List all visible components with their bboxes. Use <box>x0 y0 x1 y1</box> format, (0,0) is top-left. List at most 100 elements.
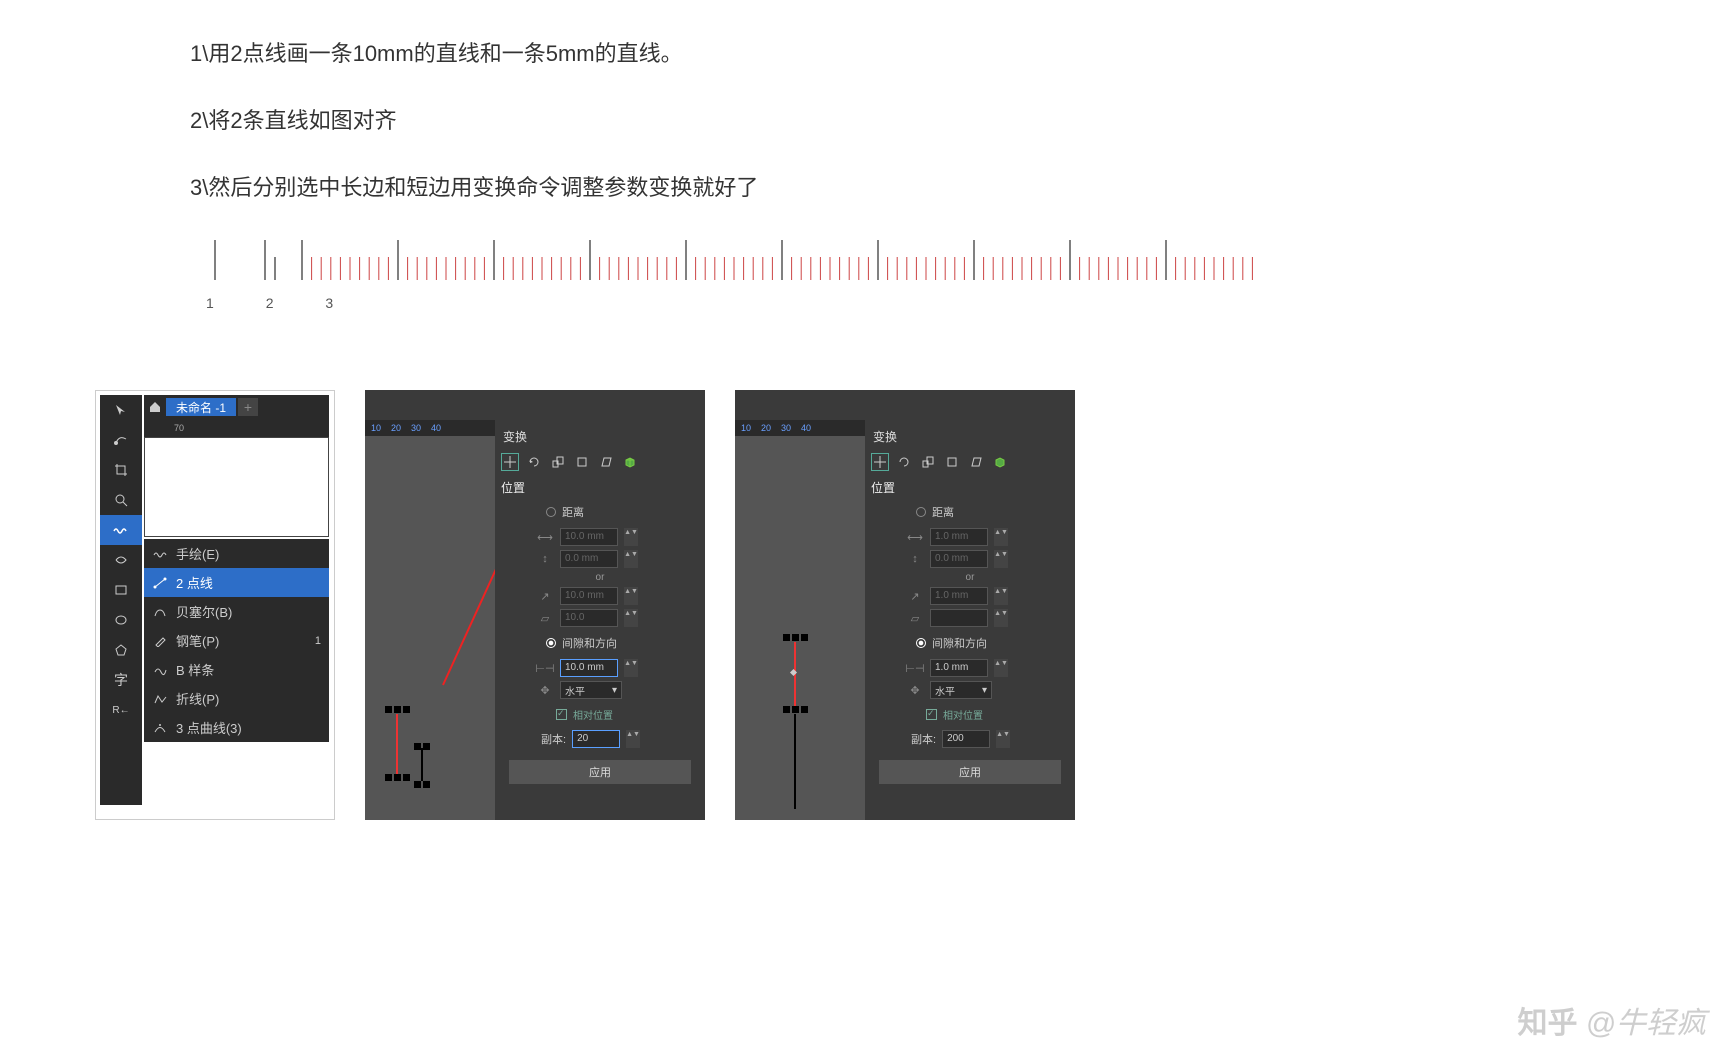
skew-tab-icon[interactable] <box>597 453 615 471</box>
3d-cube-icon[interactable] <box>621 453 639 471</box>
coreldraw-toolbox-window: 字 R← 未命名 -1 + 70 手绘(E) 2 点线 贝塞尔(B) 钢笔(P)… <box>95 390 335 820</box>
distance-radio[interactable] <box>916 507 926 517</box>
scale-tab-icon[interactable] <box>549 453 567 471</box>
h-distance-icon: ⟷ <box>906 531 924 544</box>
ruler-illustration: 1 2 3 <box>190 225 1260 325</box>
horizontal-ruler: 70 <box>144 419 329 437</box>
instruction-step-3: 3\然后分别选中长边和短边用变换命令调整参数变换就好了 <box>190 159 758 216</box>
angle-input[interactable] <box>930 609 988 627</box>
copies-spinner[interactable]: ▲▼ <box>626 730 640 748</box>
diagonal-icon: ↗ <box>906 590 924 603</box>
skew-tab-icon[interactable] <box>967 453 985 471</box>
position-tab-icon[interactable] <box>871 453 889 471</box>
v-distance-spinner[interactable]: ▲▼ <box>624 550 638 568</box>
text-tool-icon[interactable]: 字 <box>100 665 142 695</box>
copies-input[interactable]: 200 <box>942 730 990 748</box>
panel-a-canvas[interactable] <box>365 436 495 820</box>
zoom-tool-icon[interactable] <box>100 485 142 515</box>
document-tab-bar: 未命名 -1 + <box>144 395 329 419</box>
direction-icon: ✥ <box>906 684 924 697</box>
distance-radio-row[interactable]: 距离 <box>871 504 1069 520</box>
gap-input[interactable]: 1.0 mm <box>930 659 988 677</box>
h-distance-input[interactable]: 1.0 mm <box>930 528 988 546</box>
diagonal-input[interactable]: 1.0 mm <box>930 587 988 605</box>
gap-dir-radio-row[interactable]: 间隙和方向 <box>871 635 1069 651</box>
pen-menu-item[interactable]: 钢笔(P)1 <box>144 626 329 655</box>
direction-select[interactable]: 水平▾ <box>560 681 622 699</box>
3d-cube-icon[interactable] <box>991 453 1009 471</box>
gap-icon: ⊢⊣ <box>536 662 554 675</box>
position-section-label: 位置 <box>501 479 699 496</box>
two-point-line-menu-item[interactable]: 2 点线 <box>144 568 329 597</box>
diagonal-icon: ↗ <box>536 590 554 603</box>
v-distance-input[interactable]: 0.0 mm <box>930 550 988 568</box>
bspline-icon <box>152 662 168 678</box>
distance-radio-row[interactable]: 距离 <box>501 504 699 520</box>
new-tab-button[interactable]: + <box>238 398 258 416</box>
direction-icon: ✥ <box>536 684 554 697</box>
three-point-curve-menu-item[interactable]: 3 点曲线(3) <box>144 713 329 742</box>
gap-spinner[interactable]: ▲▼ <box>624 659 638 677</box>
line-tools-flyout: 手绘(E) 2 点线 贝塞尔(B) 钢笔(P)1 B 样条 折线(P) 3 点曲… <box>144 539 329 742</box>
relative-checkbox[interactable] <box>556 709 567 720</box>
bspline-menu-item[interactable]: B 样条 <box>144 655 329 684</box>
angle-rect-icon: ▱ <box>906 612 924 625</box>
transform-docker-b: 变换 位置 距离 ⟷1.0 mm▲▼ ↕0.0 mm▲▼ or ↗1.0 mm▲… <box>865 420 1075 820</box>
apply-button[interactable]: 应用 <box>509 760 691 784</box>
apply-button[interactable]: 应用 <box>879 760 1061 784</box>
relative-checkbox[interactable] <box>926 709 937 720</box>
v-distance-input[interactable]: 0.0 mm <box>560 550 618 568</box>
ruler-svg <box>300 235 1260 285</box>
gap-dir-radio[interactable] <box>546 638 556 648</box>
artistic-media-tool-icon[interactable] <box>100 545 142 575</box>
gap-dir-radio-row[interactable]: 间隙和方向 <box>501 635 699 651</box>
pen-icon <box>152 633 168 649</box>
shape-tool-icon[interactable] <box>100 425 142 455</box>
rotation-tab-icon[interactable] <box>895 453 913 471</box>
polyline-menu-item[interactable]: 折线(P) <box>144 684 329 713</box>
diagonal-input[interactable]: 10.0 mm <box>560 587 618 605</box>
h-distance-spinner[interactable]: ▲▼ <box>624 528 638 546</box>
size-tab-icon[interactable] <box>943 453 961 471</box>
crop-tool-icon[interactable] <box>100 455 142 485</box>
home-tab-icon[interactable] <box>144 396 166 418</box>
bezier-icon <box>152 604 168 620</box>
dimension-tool-icon[interactable]: R← <box>100 695 142 725</box>
docker-title: 变换 <box>501 426 699 447</box>
pick-tool-icon[interactable] <box>100 395 142 425</box>
document-tab[interactable]: 未命名 -1 <box>166 398 236 416</box>
size-tab-icon[interactable] <box>573 453 591 471</box>
scale-tab-icon[interactable] <box>919 453 937 471</box>
position-section-label: 位置 <box>871 479 1069 496</box>
instruction-step-1: 1\用2点线画一条10mm的直线和一条5mm的直线。 <box>190 25 758 82</box>
freehand-tool-icon[interactable] <box>100 515 142 545</box>
document-canvas[interactable] <box>144 437 329 537</box>
ruler-label-2: 2 <box>266 295 274 311</box>
zhihu-logo-text: 知乎 <box>1518 1007 1578 1040</box>
gap-dir-radio[interactable] <box>916 638 926 648</box>
or-text: or <box>501 572 699 583</box>
copies-input[interactable]: 20 <box>572 730 620 748</box>
docker-title: 变换 <box>871 426 1069 447</box>
h-distance-input[interactable]: 10.0 mm <box>560 528 618 546</box>
rectangle-tool-icon[interactable] <box>100 575 142 605</box>
rotation-tab-icon[interactable] <box>525 453 543 471</box>
panel-b-canvas[interactable] <box>735 436 865 820</box>
copies-label: 副本: <box>911 731 936 747</box>
bezier-menu-item[interactable]: 贝塞尔(B) <box>144 597 329 626</box>
ellipse-tool-icon[interactable] <box>100 605 142 635</box>
ruler-label-3: 3 <box>325 295 333 311</box>
position-tab-icon[interactable] <box>501 453 519 471</box>
copies-label: 副本: <box>541 731 566 747</box>
three-point-curve-icon <box>152 720 168 736</box>
distance-radio[interactable] <box>546 507 556 517</box>
angle-input[interactable]: 10.0 <box>560 609 618 627</box>
transform-mode-tabs <box>501 453 699 471</box>
freehand-menu-item[interactable]: 手绘(E) <box>144 539 329 568</box>
polygon-tool-icon[interactable] <box>100 635 142 665</box>
direction-select[interactable]: 水平▾ <box>930 681 992 699</box>
panel-a-ruler: 10203040 <box>365 420 495 436</box>
chevron-down-icon: ▾ <box>612 685 617 696</box>
gap-input[interactable]: 10.0 mm <box>560 659 618 677</box>
relative-label: 相对位置 <box>573 707 613 722</box>
